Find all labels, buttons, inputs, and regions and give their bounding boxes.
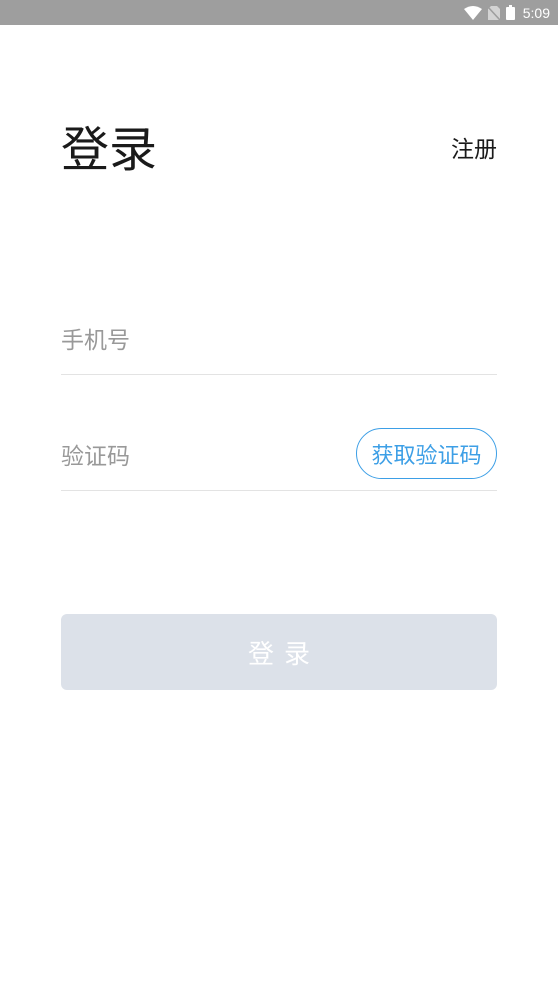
page-title: 登录 [61, 122, 158, 178]
status-time: 5:09 [522, 4, 550, 21]
register-link[interactable]: 注册 [451, 133, 497, 167]
wifi-icon [463, 5, 482, 20]
status-bar: 5:09 [0, 0, 558, 25]
login-button[interactable]: 登录 [61, 614, 497, 690]
phone-input[interactable] [61, 310, 497, 372]
verification-code-field: 获取验证码 [61, 426, 497, 491]
no-sim-icon [487, 5, 500, 20]
status-icons: 5:09 [463, 0, 550, 25]
phone-field [61, 310, 497, 375]
verification-code-input[interactable] [61, 426, 341, 488]
get-code-button[interactable]: 获取验证码 [356, 428, 497, 479]
battery-icon [505, 5, 515, 20]
